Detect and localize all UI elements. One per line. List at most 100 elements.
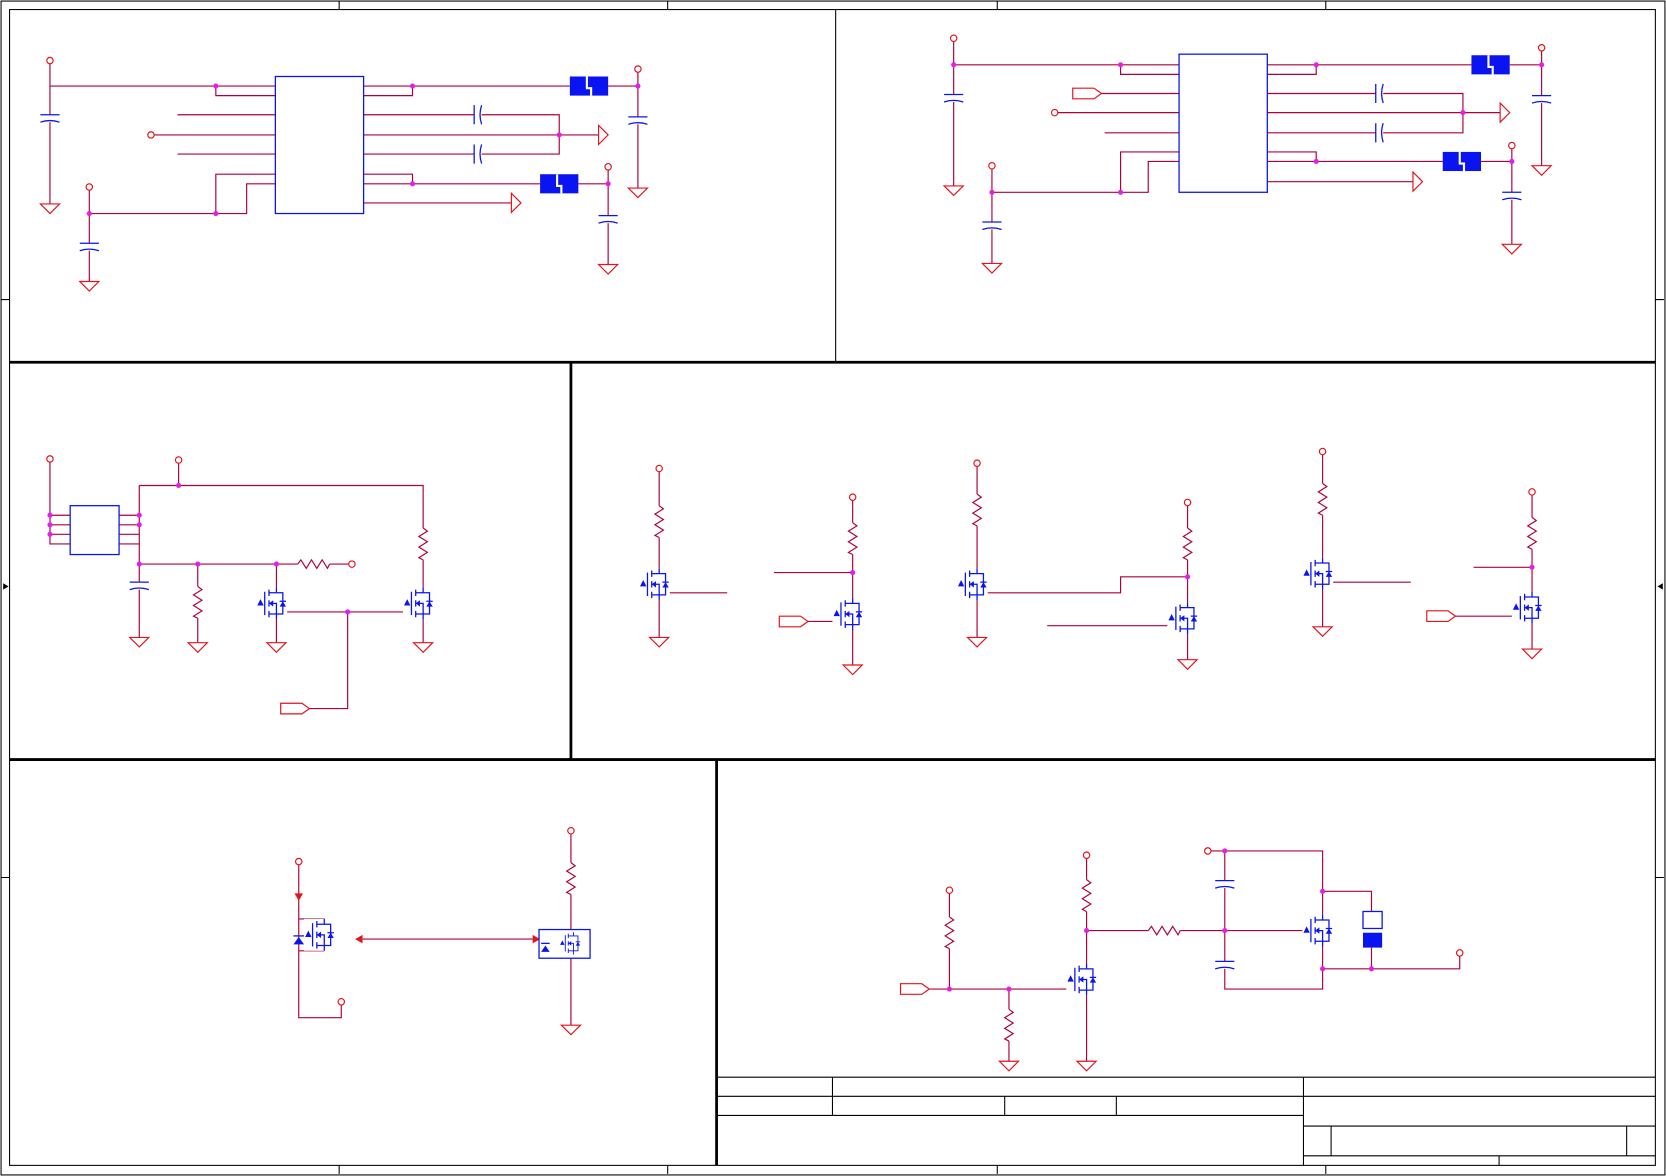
mosfet-symbol (831, 597, 864, 631)
resistor-symbol (1181, 527, 1194, 561)
panel-middle-left (46, 455, 435, 715)
junction-dot (1006, 986, 1012, 992)
wire (953, 41, 1180, 186)
mosfet-symbol (1301, 557, 1334, 591)
wire (1085, 858, 1303, 1062)
mosfet-symbol (638, 567, 671, 601)
junction-dot (1222, 848, 1228, 854)
inductor-symbol (539, 173, 580, 195)
diode-symbol (293, 936, 305, 945)
off-page-port-symbol (280, 702, 310, 715)
power-flag-symbol (1499, 102, 1511, 123)
junction-dot (556, 132, 562, 138)
panel-bottom-right (899, 847, 1464, 1072)
power-port-symbol (1537, 44, 1546, 52)
mosfet-symbol (303, 918, 336, 952)
power-port-symbol (655, 464, 663, 473)
junction-dot (1084, 928, 1090, 934)
inductor-symbol (1441, 150, 1483, 173)
power-port-symbol (988, 161, 996, 170)
ground-symbol (79, 280, 100, 292)
off-page-port-symbol (1426, 610, 1457, 623)
resistor-symbol (1526, 516, 1538, 550)
mosfet-symbol (402, 586, 435, 620)
wire (991, 151, 1180, 264)
capacitor-symbol (1213, 880, 1237, 889)
junction-dot (1509, 158, 1515, 165)
power-flag-symbol (510, 192, 522, 214)
power-port-symbol (348, 560, 356, 568)
current-arrow (294, 893, 304, 901)
mosfet-symbol (1511, 591, 1544, 625)
junction-dot (47, 531, 53, 537)
ic-body (69, 505, 120, 556)
junction-dot (136, 512, 142, 518)
power-port-symbol (174, 456, 183, 464)
power-port-symbol (1203, 847, 1212, 855)
ground-symbol (627, 187, 649, 199)
wire (1047, 505, 1189, 660)
wire (49, 462, 71, 545)
wire (88, 173, 276, 282)
panel-top-left (38, 56, 650, 292)
junction-dot (47, 512, 53, 518)
capacitor-symbol (78, 242, 101, 252)
junction-dot (345, 609, 351, 615)
junction-dot (273, 561, 279, 567)
title-block (716, 1076, 1656, 1166)
junction-dot (1118, 62, 1124, 68)
panel-bottom-left (293, 826, 591, 1036)
power-port-symbol (294, 857, 303, 866)
ground-symbol (1076, 1060, 1097, 1072)
junction-dot (1313, 62, 1319, 68)
power-port-symbol (949, 34, 958, 43)
resistor-symbol (1147, 924, 1181, 937)
power-port-symbol (604, 163, 612, 171)
ic-body (1178, 53, 1268, 193)
power-port-symbol (46, 56, 54, 65)
capacitor-symbol (1530, 94, 1553, 104)
power-port-symbol (147, 131, 155, 139)
ground-symbol (966, 636, 988, 648)
capacitor-symbol (38, 114, 62, 123)
power-port-symbol (1183, 498, 1192, 507)
wire (139, 563, 349, 643)
power-port-symbol (337, 998, 346, 1006)
ground-symbol (597, 263, 619, 275)
power-port-symbol (1455, 949, 1464, 957)
capacitor-symbol (626, 116, 650, 125)
signal-arrow (355, 934, 363, 944)
junction-dot (1320, 888, 1326, 894)
capacitor-symbol (473, 142, 483, 166)
wire (119, 485, 140, 638)
resistor-symbol (565, 862, 577, 896)
junction-dot (1539, 62, 1545, 68)
capacitor-symbol (473, 103, 483, 126)
zone-arrow (3, 583, 1663, 590)
mosfet-symbol (1065, 962, 1098, 997)
wire (287, 611, 412, 710)
junction-dot (1185, 574, 1191, 580)
panel-middle-right (638, 447, 1544, 676)
wire (773, 500, 854, 666)
power-port-symbol (46, 455, 54, 463)
power-port-symbol (1528, 488, 1536, 496)
resistor-symbol (846, 522, 859, 556)
junction-dot (136, 561, 142, 567)
panel-borders (9, 360, 1656, 1166)
off-page-port-symbol (899, 983, 930, 995)
resistor-symbol (1003, 1008, 1015, 1042)
ground-symbol (649, 636, 670, 648)
junction-dot (1368, 966, 1375, 972)
power-port-symbol (848, 493, 857, 501)
junction-dot (213, 210, 219, 217)
power-port-symbol (1508, 141, 1516, 150)
mosfet-symbol (558, 931, 582, 955)
ground-symbol (1312, 626, 1333, 637)
junction-dot (946, 986, 952, 992)
capacitor-symbol (1375, 82, 1384, 105)
ground-symbol (998, 1060, 1020, 1072)
ground-symbol (842, 664, 863, 676)
resistor-symbol (1316, 482, 1329, 516)
wire (1322, 454, 1411, 627)
